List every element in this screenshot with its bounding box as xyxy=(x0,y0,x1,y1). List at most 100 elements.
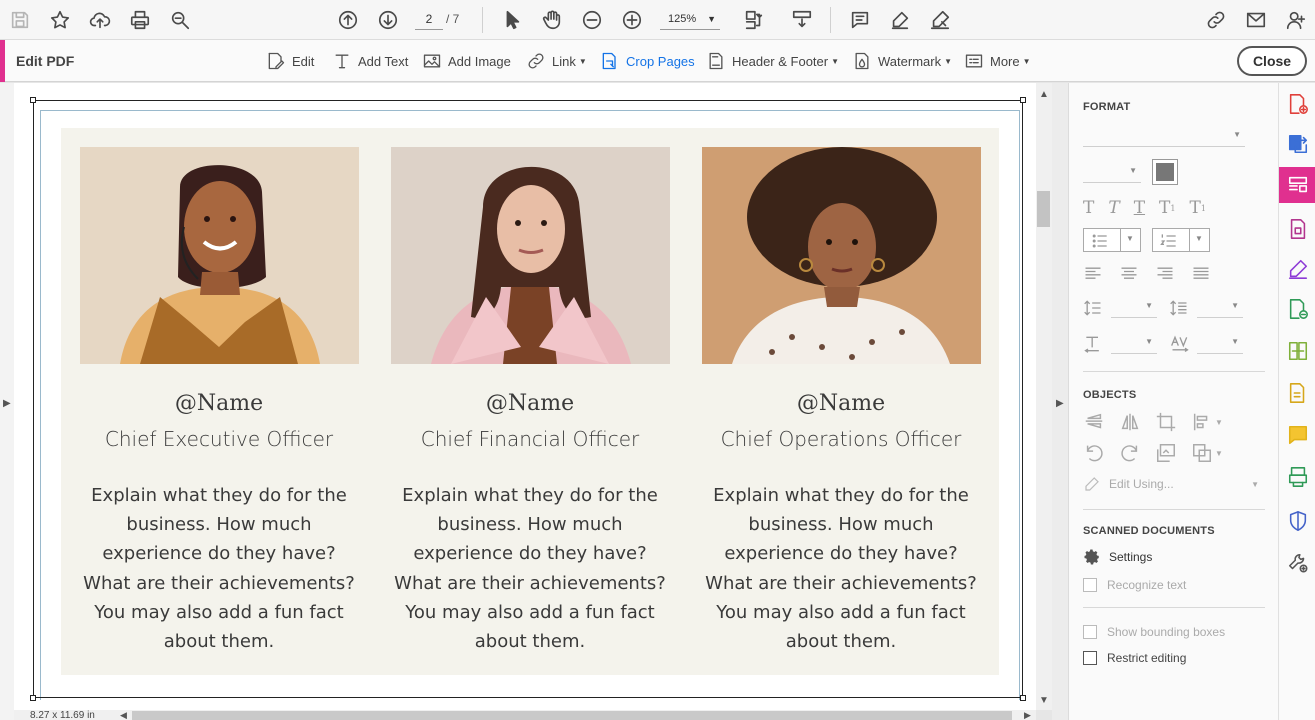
scroll-mode-icon[interactable] xyxy=(788,6,816,34)
hand-tool-icon[interactable] xyxy=(538,6,566,34)
fill-sign-tool[interactable] xyxy=(1279,251,1315,287)
left-pane-toggle[interactable]: ▶ xyxy=(0,83,14,720)
scroll-thumb[interactable] xyxy=(1037,191,1050,227)
align-center-icon[interactable] xyxy=(1119,264,1139,284)
edit-button[interactable]: Edit xyxy=(266,49,314,73)
print-icon[interactable] xyxy=(126,6,154,34)
close-button[interactable]: Close xyxy=(1237,46,1307,76)
edit-pdf-icon xyxy=(1288,176,1307,193)
text-subscript-icon[interactable]: T1 xyxy=(1189,198,1205,218)
chevron-down-icon: ▼ xyxy=(831,56,840,66)
organize-pages-tool[interactable] xyxy=(1279,211,1315,247)
add-image-button[interactable]: Add Image xyxy=(422,49,511,73)
bullet-list-select[interactable]: ▼ xyxy=(1083,228,1141,252)
edit-pdf-tool[interactable] xyxy=(1279,167,1315,203)
flip-vertical-icon[interactable] xyxy=(1083,411,1105,433)
crop-pages-button[interactable]: Crop Pages xyxy=(600,49,695,73)
align-justify-icon[interactable] xyxy=(1191,264,1211,284)
restrict-editing-checkbox[interactable]: Restrict editing xyxy=(1083,651,1186,665)
objects-heading: OBJECTS xyxy=(1083,389,1137,401)
comment-tool[interactable] xyxy=(1279,417,1315,453)
watermark-button[interactable]: Watermark ▼ xyxy=(852,49,952,73)
page-fit-icon[interactable] xyxy=(740,6,768,34)
divider xyxy=(1083,371,1265,372)
edit-text-image-icon xyxy=(268,52,285,70)
paragraph-spacing-icon xyxy=(1170,300,1187,316)
line-spacing-select[interactable]: ▼ xyxy=(1111,298,1157,318)
scroll-right-icon[interactable]: ▶ xyxy=(1024,710,1031,720)
zoom-out-icon[interactable] xyxy=(578,6,606,34)
highlight-pen-icon[interactable] xyxy=(886,6,914,34)
send-for-review-icon xyxy=(1289,383,1304,403)
sign-icon[interactable] xyxy=(926,6,954,34)
text-italic-icon[interactable]: T xyxy=(1108,198,1119,218)
page-number-input[interactable]: 2 xyxy=(415,8,443,30)
arrange-icon[interactable] xyxy=(1191,442,1213,464)
numbered-list-select[interactable]: ▼ xyxy=(1152,228,1210,252)
text-superscript-icon[interactable]: T1 xyxy=(1159,198,1175,218)
replace-image-icon[interactable] xyxy=(1155,442,1177,464)
scroll-left-icon[interactable]: ◀ xyxy=(120,710,127,720)
email-icon[interactable] xyxy=(1242,6,1270,34)
send-for-review-tool[interactable] xyxy=(1279,375,1315,411)
align-left-icon[interactable] xyxy=(1083,264,1103,284)
settings-row[interactable]: Settings xyxy=(1083,546,1152,568)
character-spacing-select[interactable]: ▼ xyxy=(1197,334,1243,354)
link-button[interactable]: Link ▼ xyxy=(526,49,587,73)
text-underline-icon[interactable]: T xyxy=(1134,198,1145,218)
horizontal-scroll-thumb[interactable] xyxy=(132,711,1012,720)
select-arrow-icon[interactable] xyxy=(498,6,526,34)
font-family-select[interactable]: ▼ xyxy=(1083,127,1245,147)
share-link-icon[interactable] xyxy=(1202,6,1230,34)
edit-using-label: Edit Using... xyxy=(1109,477,1174,491)
show-bounding-boxes-checkbox[interactable]: Show bounding boxes xyxy=(1083,625,1225,639)
crop-handle-top-right[interactable] xyxy=(1020,97,1026,103)
crop-image-icon[interactable] xyxy=(1155,411,1177,433)
link-label: Link xyxy=(552,53,576,69)
cloud-upload-icon[interactable] xyxy=(86,6,114,34)
scroll-down-icon[interactable]: ▼ xyxy=(1039,695,1049,706)
zoom-select[interactable]: 125% ▼ xyxy=(660,8,720,30)
paragraph-spacing-select[interactable]: ▼ xyxy=(1197,298,1243,318)
vertical-scrollbar[interactable]: ▲ ▼ xyxy=(1036,83,1052,710)
star-icon[interactable] xyxy=(46,6,74,34)
toolbar-divider xyxy=(482,7,483,33)
add-text-button[interactable]: Add Text xyxy=(332,49,408,73)
compare-files-tool[interactable] xyxy=(1279,333,1315,369)
protect-tool[interactable] xyxy=(1279,503,1315,539)
rotate-right-icon[interactable] xyxy=(1119,442,1141,464)
add-image-label: Add Image xyxy=(448,53,511,69)
zoom-in-icon[interactable] xyxy=(618,6,646,34)
more-button[interactable]: More ▼ xyxy=(964,49,1031,73)
recognize-text-checkbox[interactable]: Recognize text xyxy=(1083,578,1186,592)
right-pane-toggle[interactable]: ▶ xyxy=(1052,83,1068,720)
rotate-left-icon[interactable] xyxy=(1083,442,1105,464)
text-normal-icon[interactable]: T xyxy=(1083,198,1094,218)
crop-handle-bottom-left[interactable] xyxy=(30,695,36,701)
font-color-swatch[interactable] xyxy=(1152,159,1178,185)
edit-using-row[interactable]: Edit Using... ▼ xyxy=(1083,473,1265,495)
export-pdf-tool[interactable] xyxy=(1279,126,1315,162)
more-tools-tool[interactable] xyxy=(1279,545,1315,581)
flip-horizontal-icon[interactable] xyxy=(1119,411,1141,433)
combine-files-tool[interactable] xyxy=(1279,291,1315,327)
save-icon[interactable] xyxy=(6,6,34,34)
comment-icon[interactable] xyxy=(846,6,874,34)
add-user-icon[interactable] xyxy=(1282,6,1310,34)
crop-handle-bottom-right[interactable] xyxy=(1020,695,1026,701)
font-size-select[interactable]: ▼ xyxy=(1083,163,1141,183)
align-right-icon[interactable] xyxy=(1155,264,1175,284)
create-pdf-tool[interactable] xyxy=(1279,86,1315,122)
search-zoom-icon[interactable] xyxy=(166,6,194,34)
header-footer-button[interactable]: Header & Footer ▼ xyxy=(706,49,839,73)
export-pdf-icon xyxy=(1288,134,1307,154)
next-page-icon[interactable] xyxy=(374,6,402,34)
horizontal-scale-select[interactable]: ▼ xyxy=(1111,334,1157,354)
crop-frame[interactable] xyxy=(33,100,1023,698)
scroll-up-icon[interactable]: ▲ xyxy=(1039,89,1049,100)
prev-page-icon[interactable] xyxy=(334,6,362,34)
crop-handle-top-left[interactable] xyxy=(30,97,36,103)
align-objects-icon[interactable] xyxy=(1191,411,1213,433)
edit-pdf-toolbar: Edit PDF Edit Add Text Add Image Link ▼ C… xyxy=(0,40,1315,82)
scan-ocr-tool[interactable] xyxy=(1279,459,1315,495)
